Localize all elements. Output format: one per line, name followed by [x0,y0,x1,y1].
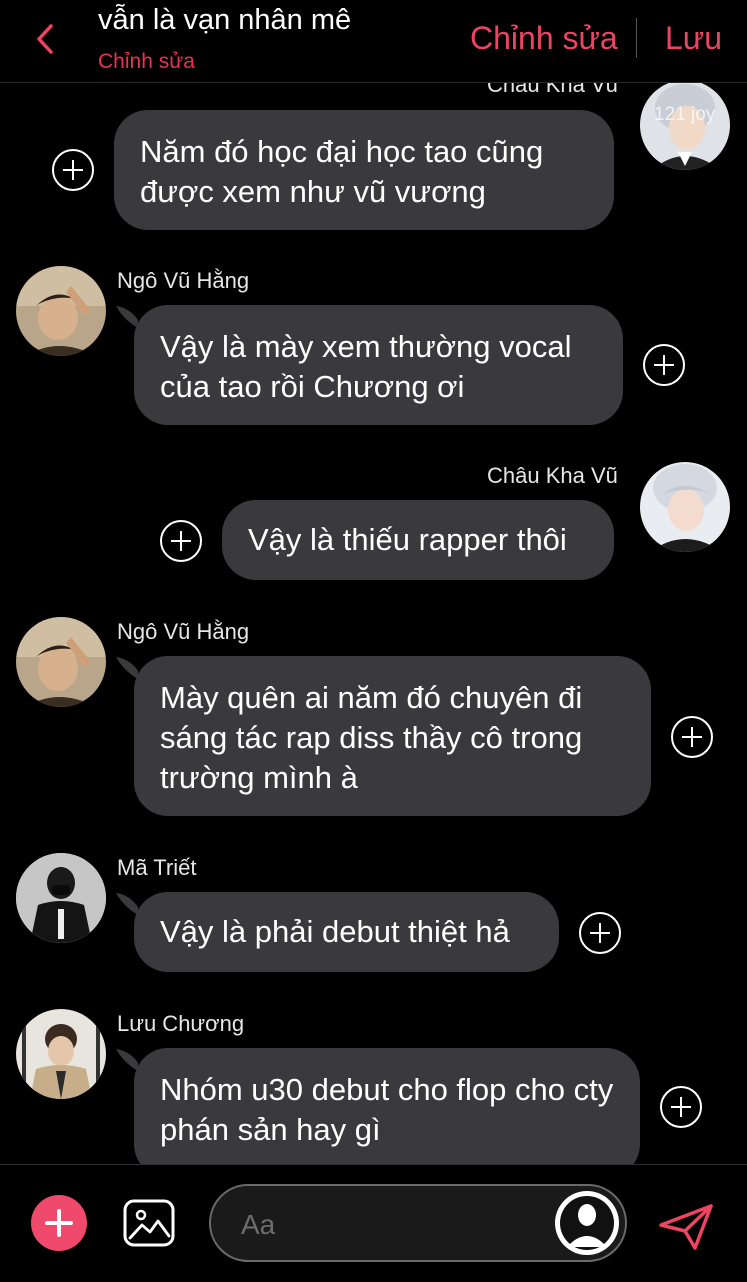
message-bubble[interactable]: Vậy là mày xem thường vocal của tao rồi … [134,305,623,425]
avatar[interactable] [16,266,106,356]
send-icon [659,1204,713,1250]
avatar[interactable] [16,853,106,943]
chevron-left-icon [37,24,53,54]
avatar-image [16,266,106,356]
chat-header: vẫn là vạn nhân mê Chỉnh sửa Chỉnh sửa L… [0,0,747,83]
avatar[interactable] [640,462,730,552]
composer-bar [0,1164,747,1282]
message-input-box[interactable] [209,1184,627,1262]
react-add-button[interactable] [660,1086,702,1128]
bubble-tail [116,657,138,679]
avatar-image [640,462,730,552]
avatar-placeholder-icon [557,1193,617,1253]
bubble-tail [116,306,138,328]
react-add-button[interactable] [643,344,685,386]
react-add-button[interactable] [160,520,202,562]
chat-title[interactable]: vẫn là vạn nhân mê [98,4,351,37]
avatar[interactable]: 121 joy [640,82,730,170]
bubble-tail [116,893,138,915]
avatar[interactable] [16,1009,106,1099]
message-bubble[interactable]: Nhóm u30 debut cho flop cho cty phán sản… [134,1048,640,1164]
message-bubble[interactable]: Năm đó học đại học tao cũng được xem như… [114,110,614,230]
avatar-image [16,853,106,943]
message-bubble[interactable]: Vậy là phải debut thiệt hả [134,892,559,972]
sender-name: Mã Triết [117,855,197,880]
header-divider [636,18,637,58]
avatar[interactable] [16,617,106,707]
avatar-image [16,617,106,707]
sender-name: Lưu Chương [117,1011,245,1036]
message-bubble[interactable]: Vậy là thiếu rapper thôi [222,500,614,580]
bubble-tail [116,1049,138,1071]
watermark-text: 121 joy [654,104,716,125]
save-button[interactable]: Lưu [665,20,722,57]
sender-name: Ngô Vũ Hằng [117,268,250,293]
chat-subtitle[interactable]: Chỉnh sửa [98,50,195,74]
sender-name: Ngô Vũ Hằng [117,619,250,644]
send-button[interactable] [657,1203,715,1251]
avatar-image [16,1009,106,1099]
message-input[interactable] [239,1204,543,1246]
add-attachment-button[interactable] [31,1195,87,1251]
react-add-button[interactable] [671,716,713,758]
react-add-button[interactable] [52,149,94,191]
image-button[interactable] [122,1198,176,1248]
message-list[interactable]: Châu Kha Vũ 121 joy Năm đó học đại học t… [0,82,747,1164]
sender-name: Châu Kha Vũ [487,82,618,97]
sender-name: Châu Kha Vũ [487,463,618,488]
sticker-avatar-button[interactable] [555,1191,619,1255]
message-bubble[interactable]: Mày quên ai năm đó chuyên đi sáng tác ra… [134,656,651,816]
back-button[interactable] [30,22,60,56]
avatar-image [640,82,730,170]
edit-button[interactable]: Chỉnh sửa [470,20,618,57]
image-icon [123,1199,175,1247]
react-add-button[interactable] [579,912,621,954]
